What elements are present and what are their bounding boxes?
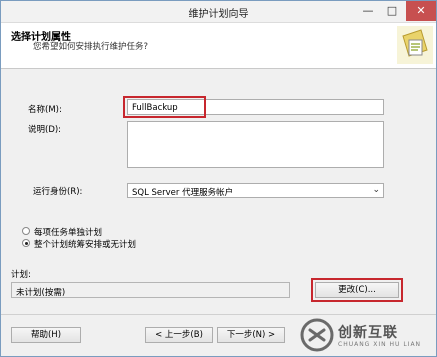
- watermark-logo: 创新互联 CHUANG XIN HU LIAN: [298, 318, 436, 354]
- title-bar: 维护计划向导 — □ ✕: [1, 1, 436, 23]
- next-button[interactable]: 下一步(N) >: [217, 327, 285, 343]
- wizard-content: 名称(M): FullBackup 说明(D): 运行身份(R): SQL Se…: [1, 69, 436, 314]
- change-highlight: [311, 278, 403, 302]
- run-as-dropdown[interactable]: SQL Server 代理服务帐户 ⌄: [127, 183, 384, 198]
- description-label: 说明(D):: [28, 125, 62, 135]
- name-highlight: [123, 96, 206, 118]
- watermark-text-cn: 创新互联: [338, 325, 398, 341]
- radio-single-label: 整个计划统筹安排或无计划: [34, 240, 137, 250]
- logo-mark-icon: [300, 318, 334, 352]
- radio-single-schedule[interactable]: [22, 239, 30, 247]
- wizard-window: 维护计划向导 — □ ✕ 选择计划属性 您希望如何安排执行维护任务? 名称(M)…: [0, 0, 437, 357]
- maximize-button[interactable]: □: [380, 1, 404, 21]
- watermark-text-en: CHUANG XIN HU LIAN: [338, 341, 422, 348]
- help-button[interactable]: 帮助(H): [11, 327, 81, 343]
- schedule-value: 未计划(按需): [16, 288, 66, 298]
- run-as-value: SQL Server 代理服务帐户: [132, 188, 234, 198]
- chevron-down-icon: ⌄: [372, 185, 380, 195]
- minimize-button[interactable]: —: [356, 1, 380, 21]
- name-label: 名称(M):: [28, 105, 62, 115]
- radio-separate-schedule[interactable]: [22, 227, 30, 235]
- schedule-label: 计划:: [11, 270, 31, 280]
- schedule-field: 未计划(按需): [11, 282, 290, 298]
- back-button[interactable]: < 上一步(B): [145, 327, 213, 343]
- radio-separate-label: 每项任务单独计划: [34, 228, 103, 238]
- close-button[interactable]: ✕: [406, 1, 436, 21]
- page-subtitle: 您希望如何安排执行维护任务?: [33, 42, 149, 52]
- wizard-header: 选择计划属性 您希望如何安排执行维护任务?: [1, 23, 436, 69]
- run-as-label: 运行身份(R):: [33, 187, 83, 197]
- wizard-document-icon: [397, 26, 433, 64]
- description-field[interactable]: [127, 121, 384, 168]
